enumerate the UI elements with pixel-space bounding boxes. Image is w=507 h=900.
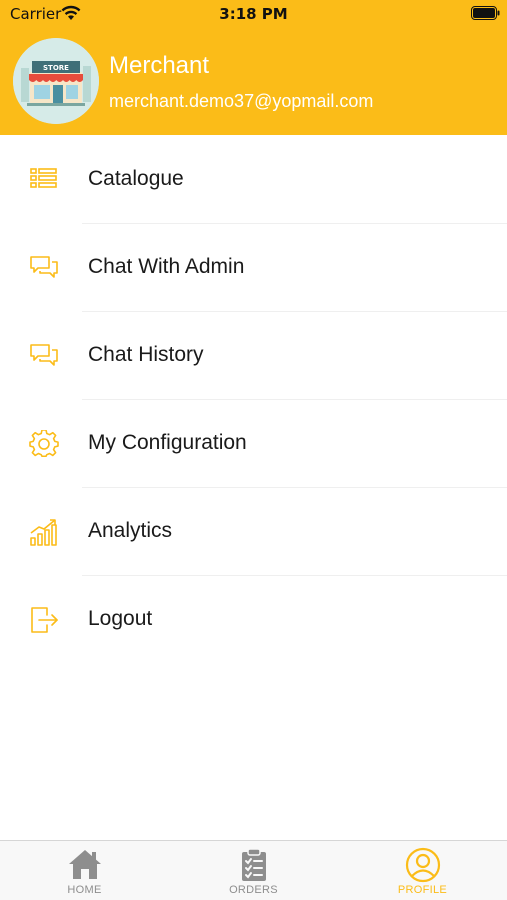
menu-item-chat-with-admin[interactable]: Chat With Admin <box>0 224 507 312</box>
merchant-profile-screen: Carrier 3:18 PM STORE Merchant merchant.… <box>0 0 507 900</box>
profile-email: merchant.demo37@yopmail.com <box>109 91 374 111</box>
analytics-icon <box>30 519 57 546</box>
gear-icon <box>29 430 59 458</box>
status-time: 3:18 PM <box>219 5 288 23</box>
menu-item-catalogue[interactable]: Catalogue <box>0 136 507 224</box>
store-sign-text: STORE <box>43 64 69 72</box>
tab-bar: HOME ORDERS PROFILE <box>0 840 507 900</box>
tab-home[interactable]: HOME <box>0 841 169 900</box>
menu-item-label: Analytics <box>88 519 173 542</box>
menu-item-analytics[interactable]: Analytics <box>0 488 507 576</box>
menu-item-label: Chat With Admin <box>88 255 245 278</box>
chat-icon <box>30 344 58 366</box>
tab-label: ORDERS <box>229 884 278 896</box>
logout-icon <box>31 607 58 633</box>
menu-item-chat-history[interactable]: Chat History <box>0 312 507 400</box>
menu-item-label: Chat History <box>88 343 204 366</box>
profile-name: Merchant <box>109 52 210 79</box>
avatar[interactable]: STORE <box>13 38 99 124</box>
clipboard-icon <box>242 848 266 881</box>
status-bar: Carrier 3:18 PM <box>0 0 507 30</box>
tab-label: HOME <box>67 884 102 896</box>
menu-item-my-configuration[interactable]: My Configuration <box>0 400 507 488</box>
menu-item-label: Catalogue <box>88 167 184 190</box>
profile-menu: Catalogue Chat With Admin Chat History M… <box>0 136 507 664</box>
menu-item-logout[interactable]: Logout <box>0 576 507 664</box>
menu-item-label: Logout <box>88 607 153 630</box>
store-icon: STORE <box>13 38 99 124</box>
tab-profile[interactable]: PROFILE <box>338 841 507 900</box>
tab-label: PROFILE <box>397 884 448 896</box>
home-icon <box>69 850 101 879</box>
profile-icon <box>405 847 441 883</box>
menu-item-label: My Configuration <box>88 431 247 454</box>
battery-icon <box>471 6 500 20</box>
profile-header: Carrier 3:18 PM STORE Merchant merchant.… <box>0 0 507 135</box>
chat-icon <box>30 256 58 278</box>
tab-orders[interactable]: ORDERS <box>169 841 338 900</box>
list-icon <box>30 168 57 188</box>
